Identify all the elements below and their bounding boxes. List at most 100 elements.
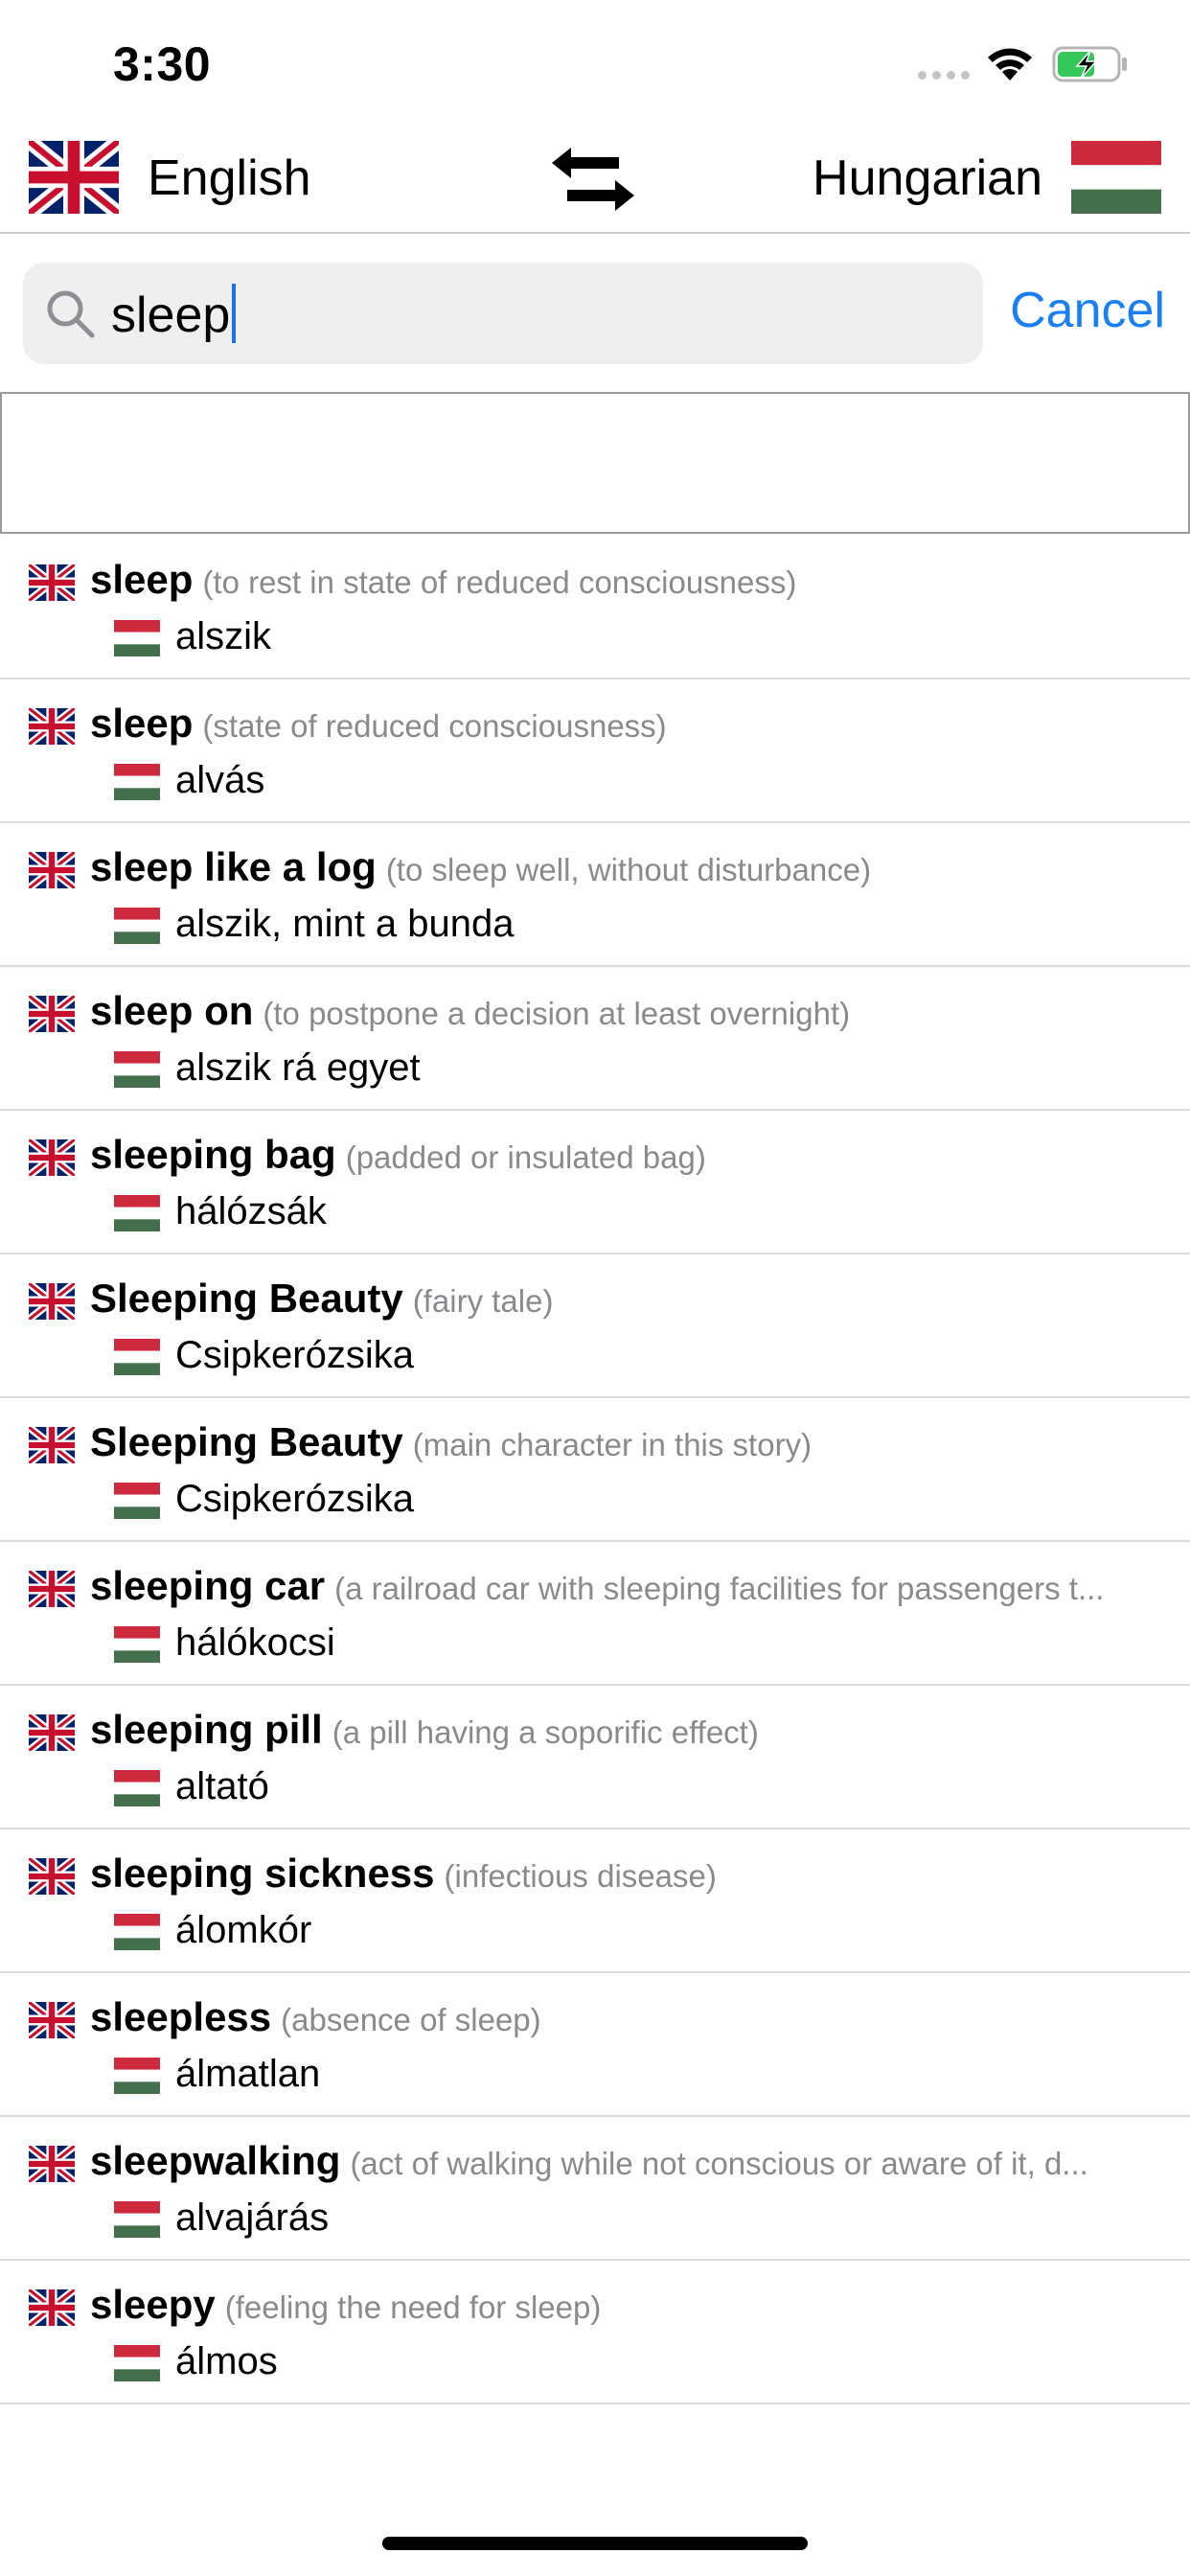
search-area: sleep Cancel xyxy=(0,236,1190,391)
result-translation: hálózsák xyxy=(175,1190,327,1232)
uk-flag-icon xyxy=(29,852,75,888)
result-row[interactable]: sleeping car (a railroad car with sleepin… xyxy=(0,1542,1190,1686)
result-description: (padded or insulated bag) xyxy=(345,1139,706,1175)
empty-banner-area xyxy=(0,392,1190,534)
result-translation: alszik rá egyet xyxy=(175,1046,421,1089)
uk-flag-icon xyxy=(29,1714,75,1751)
result-description: (to rest in state of reduced consciousne… xyxy=(202,564,797,600)
result-translation: álomkór xyxy=(175,1909,312,1951)
uk-flag-icon xyxy=(29,2289,75,2326)
result-description: (infectious disease) xyxy=(444,1858,717,1894)
result-heading: sleeping sickness (infectious disease) xyxy=(90,1851,1173,1897)
result-term: sleep xyxy=(90,701,194,746)
result-heading: Sleeping Beauty (fairy tale) xyxy=(90,1276,1173,1322)
result-translation: álmos xyxy=(175,2340,278,2382)
result-heading: sleep like a log (to sleep well, without … xyxy=(90,844,1173,890)
hungary-flag-icon xyxy=(114,1051,160,1088)
uk-flag-icon xyxy=(29,2002,75,2038)
result-row[interactable]: sleeping pill (a pill having a soporific … xyxy=(0,1686,1190,1829)
result-row[interactable]: sleep like a log (to sleep well, without … xyxy=(0,823,1190,967)
hungary-flag-icon xyxy=(114,2058,160,2094)
search-input-text[interactable]: sleep xyxy=(111,284,237,344)
result-description: (feeling the need for sleep) xyxy=(224,2289,602,2325)
result-heading: sleep (state of reduced consciousness) xyxy=(90,701,1173,747)
hungary-flag-icon xyxy=(114,2201,160,2238)
hungary-flag-icon xyxy=(114,908,160,944)
result-term: sleeping car xyxy=(90,1563,326,1608)
swap-languages-button[interactable] xyxy=(548,142,638,217)
result-row[interactable]: Sleeping Beauty (main character in this s… xyxy=(0,1398,1190,1542)
status-bar: 3:30 xyxy=(0,0,1190,125)
result-heading: sleepwalking (act of walking while not co… xyxy=(90,2138,1173,2184)
battery-charging-icon xyxy=(1052,46,1127,82)
uk-flag-icon xyxy=(29,2146,75,2182)
result-heading: sleeping car (a railroad car with sleepin… xyxy=(90,1563,1173,1609)
result-term: sleeping bag xyxy=(90,1132,336,1177)
result-translation: alvás xyxy=(175,759,265,801)
result-description: (a railroad car with sleeping facilities… xyxy=(334,1571,1105,1606)
result-translation: alszik, mint a bunda xyxy=(175,903,515,945)
uk-flag-icon xyxy=(29,1283,75,1320)
hungary-flag-icon[interactable] xyxy=(1071,141,1161,214)
result-row[interactable]: sleepless (absence of sleep) álmatlan xyxy=(0,1973,1190,2117)
result-term: sleepless xyxy=(90,1994,272,2039)
result-term: Sleeping Beauty xyxy=(90,1276,403,1321)
result-row[interactable]: Sleeping Beauty (fairy tale) Csipkerózsika xyxy=(0,1254,1190,1398)
result-term: Sleeping Beauty xyxy=(90,1419,403,1464)
result-heading: sleepless (absence of sleep) xyxy=(90,1994,1173,2040)
wifi-icon xyxy=(988,48,1032,80)
uk-flag-icon xyxy=(29,1427,75,1463)
language-bar: English Hungarian xyxy=(0,125,1190,234)
result-term: sleepy xyxy=(90,2282,216,2327)
uk-flag-icon xyxy=(29,564,75,601)
hungary-flag-icon xyxy=(114,1195,160,1231)
result-heading: sleeping pill (a pill having a soporific … xyxy=(90,1707,1173,1753)
result-row[interactable]: sleep (to rest in state of reduced consci… xyxy=(0,536,1190,679)
result-term: sleeping pill xyxy=(90,1707,323,1752)
result-row[interactable]: sleeping sickness (infectious disease) álo… xyxy=(0,1829,1190,1973)
result-translation: Csipkerózsika xyxy=(175,1478,414,1520)
hungary-flag-icon xyxy=(114,1483,160,1519)
hungary-flag-icon xyxy=(114,1770,160,1806)
result-translation: hálókocsi xyxy=(175,1622,335,1664)
uk-flag-icon xyxy=(29,1571,75,1607)
result-heading: sleeping bag (padded or insulated bag) xyxy=(90,1132,1173,1178)
result-term: sleep xyxy=(90,557,194,602)
result-row[interactable]: sleep on (to postpone a decision at least… xyxy=(0,967,1190,1111)
cellular-signal-icon xyxy=(918,71,970,80)
cancel-button[interactable]: Cancel xyxy=(1010,282,1165,339)
hungary-flag-icon xyxy=(114,1339,160,1375)
result-row[interactable]: sleep (state of reduced consciousness) alv… xyxy=(0,679,1190,823)
result-translation: Csipkerózsika xyxy=(175,1334,414,1376)
hungary-flag-icon xyxy=(114,1626,160,1663)
uk-flag-icon[interactable] xyxy=(29,141,119,214)
target-language-label[interactable]: Hungarian xyxy=(812,150,1042,207)
uk-flag-icon xyxy=(29,996,75,1032)
uk-flag-icon xyxy=(29,708,75,745)
result-term: sleepwalking xyxy=(90,2138,341,2183)
result-description: (state of reduced consciousness) xyxy=(202,708,667,744)
result-heading: sleep (to rest in state of reduced consci… xyxy=(90,557,1173,603)
result-description: (main character in this story) xyxy=(412,1427,812,1462)
result-term: sleeping sickness xyxy=(90,1851,435,1896)
text-caret xyxy=(232,284,237,343)
hungary-flag-icon xyxy=(114,620,160,656)
home-indicator xyxy=(382,2537,808,2550)
source-language-label[interactable]: English xyxy=(148,150,311,207)
result-translation: altató xyxy=(175,1765,269,1807)
search-input[interactable]: sleep xyxy=(23,263,983,364)
result-heading: Sleeping Beauty (main character in this s… xyxy=(90,1419,1173,1465)
result-description: (act of walking while not conscious or a… xyxy=(350,2146,1088,2181)
result-translation: alvajárás xyxy=(175,2196,330,2239)
result-description: (to sleep well, without disturbance) xyxy=(385,852,872,887)
result-row[interactable]: sleeping bag (padded or insulated bag) hál… xyxy=(0,1111,1190,1254)
result-description: (absence of sleep) xyxy=(281,2002,541,2037)
result-row[interactable]: sleepwalking (act of walking while not co… xyxy=(0,2117,1190,2261)
result-description: (to postpone a decision at least overnig… xyxy=(263,996,851,1031)
status-time: 3:30 xyxy=(113,37,212,91)
search-icon xyxy=(47,290,95,338)
result-description: (fairy tale) xyxy=(412,1283,554,1319)
hungary-flag-icon xyxy=(114,1914,160,1950)
result-row[interactable]: sleepy (feeling the need for sleep) álmos xyxy=(0,2261,1190,2404)
hungary-flag-icon xyxy=(114,2345,160,2381)
